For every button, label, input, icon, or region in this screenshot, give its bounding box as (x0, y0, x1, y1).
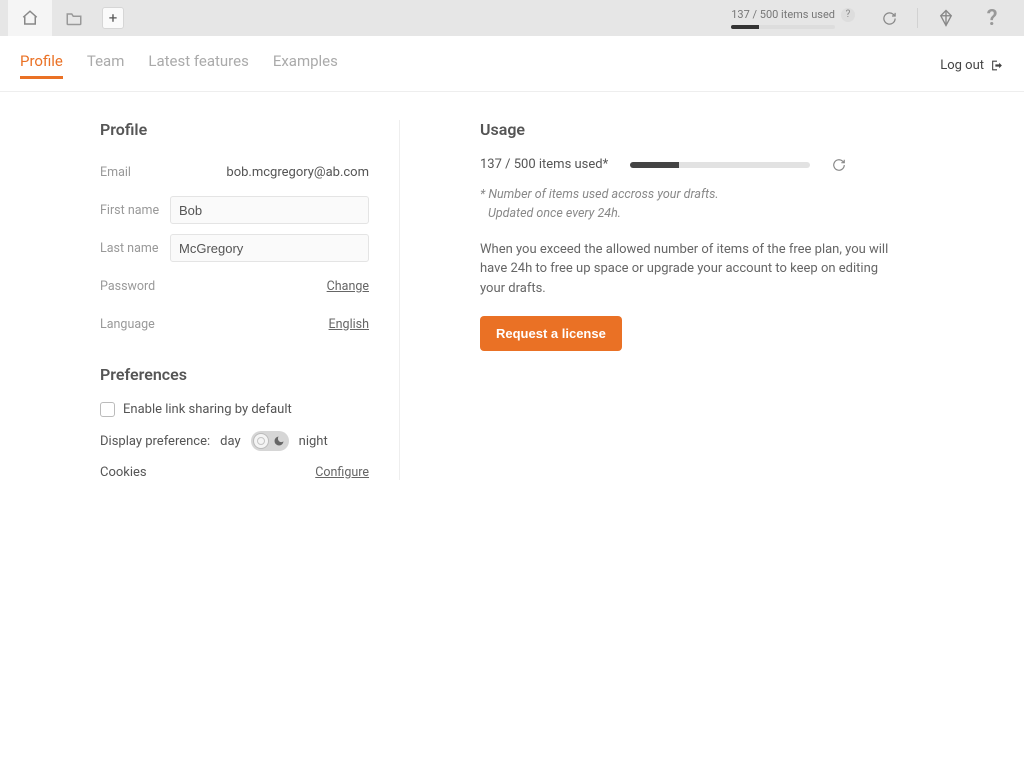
folder-icon (65, 11, 83, 26)
cookies-label: Cookies (100, 465, 147, 480)
firstname-input[interactable] (170, 196, 369, 224)
tab-team[interactable]: Team (87, 52, 125, 79)
password-label: Password (100, 279, 170, 294)
toolbar-right: 137 / 500 items used ? ? (731, 0, 1010, 36)
preferences-heading: Preferences (100, 365, 369, 384)
toggle-knob (253, 433, 269, 449)
usage-note: * Number of items used accross your draf… (480, 186, 924, 224)
lastname-row: Last name (100, 233, 369, 263)
tab-examples[interactable]: Examples (273, 52, 338, 79)
toolbar-divider (917, 8, 918, 28)
link-sharing-row: Enable link sharing by default (100, 402, 369, 417)
language-label: Language (100, 317, 170, 332)
configure-cookies-link[interactable]: Configure (315, 465, 369, 480)
question-icon: ? (987, 6, 998, 31)
tab-profile[interactable]: Profile (20, 52, 63, 79)
usage-bar (630, 162, 810, 168)
logout-button[interactable]: Log out (940, 58, 1004, 73)
link-sharing-label: Enable link sharing by default (123, 402, 292, 417)
tab-latest-features[interactable]: Latest features (148, 52, 248, 79)
usage-note-asterisk: * (480, 187, 485, 202)
day-label: day (220, 434, 240, 449)
firstname-label: First name (100, 203, 170, 218)
password-row: Password Change (100, 271, 369, 301)
toolbar-left: + (8, 0, 124, 36)
link-sharing-checkbox[interactable] (100, 402, 115, 417)
usage-column: Usage 137 / 500 items used* * Number of … (400, 120, 924, 480)
logout-label: Log out (940, 58, 984, 73)
language-row: Language English (100, 309, 369, 339)
email-row: Email bob.mcgregory@ab.com (100, 157, 369, 187)
folder-button[interactable] (56, 0, 92, 36)
usage-mini-bar-fill (731, 25, 759, 29)
plus-icon: + (109, 9, 118, 27)
refresh-icon (882, 11, 897, 26)
nav-tabs: Profile Team Latest features Examples (20, 52, 338, 79)
usage-note-line2: Updated once every 24h. (488, 205, 924, 224)
refresh-button[interactable] (871, 0, 907, 36)
app-toolbar: + 137 / 500 items used ? ? (0, 0, 1024, 36)
profile-column: Profile Email bob.mcgregory@ab.com First… (100, 120, 400, 480)
night-label: night (299, 434, 328, 449)
usage-note-line1: Number of items used accross your drafts… (488, 187, 718, 202)
usage-summary-text: 137 / 500 items used* (480, 157, 608, 172)
display-preference-label: Display preference: (100, 434, 210, 449)
nav-row: Profile Team Latest features Examples Lo… (0, 36, 1024, 92)
refresh-icon (832, 158, 846, 172)
email-value: bob.mcgregory@ab.com (170, 165, 369, 180)
new-tab-button[interactable]: + (102, 7, 124, 29)
lastname-input[interactable] (170, 234, 369, 262)
email-label: Email (100, 165, 170, 180)
lastname-label: Last name (100, 241, 170, 256)
home-button[interactable] (8, 0, 52, 36)
usage-summary-row: 137 / 500 items used* (480, 157, 924, 172)
usage-mini-widget: 137 / 500 items used ? (731, 8, 855, 29)
usage-mini-bar (731, 25, 835, 29)
premium-button[interactable] (928, 0, 964, 36)
usage-heading: Usage (480, 120, 924, 139)
display-preference-row: Display preference: day night (100, 431, 369, 451)
preferences-section: Preferences Enable link sharing by defau… (100, 365, 369, 480)
request-license-button[interactable]: Request a license (480, 316, 622, 351)
moon-icon (273, 435, 285, 447)
diamond-icon (937, 9, 955, 27)
content: Profile Email bob.mcgregory@ab.com First… (0, 92, 1024, 508)
logout-icon (990, 59, 1004, 72)
firstname-row: First name (100, 195, 369, 225)
usage-help-button[interactable]: ? (841, 8, 855, 22)
usage-description: When you exceed the allowed number of it… (480, 240, 900, 299)
profile-heading: Profile (100, 120, 369, 139)
cookies-row: Cookies Configure (100, 465, 369, 480)
home-icon (21, 9, 39, 27)
language-link[interactable]: English (329, 317, 369, 332)
usage-bar-fill (630, 162, 679, 168)
help-button[interactable]: ? (974, 0, 1010, 36)
theme-toggle[interactable] (251, 431, 289, 451)
usage-mini-label: 137 / 500 items used (731, 8, 835, 21)
change-password-link[interactable]: Change (327, 279, 369, 294)
usage-refresh-button[interactable] (832, 158, 846, 172)
